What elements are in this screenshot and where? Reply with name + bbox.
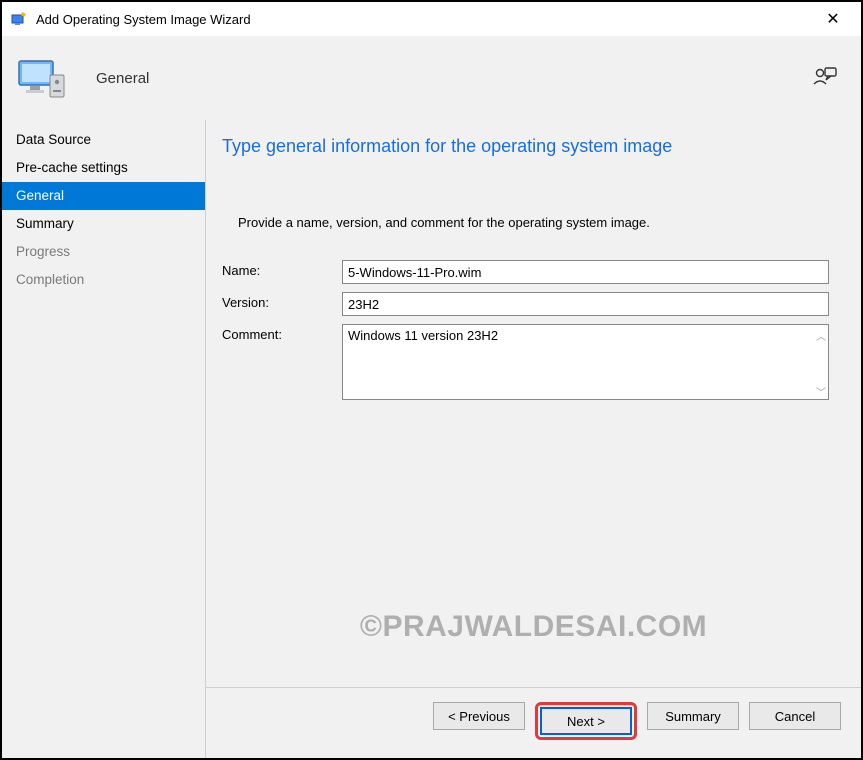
main-content: Type general information for the operati… <box>206 120 861 687</box>
feedback-icon[interactable] <box>813 67 837 92</box>
name-input[interactable] <box>342 260 829 284</box>
row-version: Version: <box>222 292 837 316</box>
sidebar-item-summary[interactable]: Summary <box>2 210 205 238</box>
version-label: Version: <box>222 292 342 310</box>
previous-button[interactable]: < Previous <box>433 702 525 730</box>
titlebar: Add Operating System Image Wizard ✕ <box>2 2 861 36</box>
comment-input[interactable] <box>342 324 829 400</box>
main-panel: Type general information for the operati… <box>206 120 861 758</box>
main-heading: Type general information for the operati… <box>222 136 837 157</box>
row-name: Name: <box>222 260 837 284</box>
chevron-down-icon[interactable]: ﹀ <box>816 384 826 399</box>
watermark: ©PRAJWALDESAI.COM <box>360 610 707 644</box>
sidebar-item-progress: Progress <box>2 238 205 266</box>
wizard-window: Add Operating System Image Wizard ✕ Gene… <box>0 0 863 760</box>
page-title: General <box>96 70 149 87</box>
name-label: Name: <box>222 260 342 278</box>
comment-label: Comment: <box>222 324 342 342</box>
next-button[interactable]: Next > <box>540 707 632 735</box>
highlight-ring: Next > <box>535 702 637 740</box>
sidebar-item-data-source[interactable]: Data Source <box>2 126 205 154</box>
close-icon[interactable]: ✕ <box>813 9 853 29</box>
app-icon <box>10 10 28 28</box>
row-comment: Comment: ︿ ﹀ <box>222 324 837 403</box>
main-subtext: Provide a name, version, and comment for… <box>238 215 837 230</box>
sidebar-item-precache[interactable]: Pre-cache settings <box>2 154 205 182</box>
sidebar-item-general[interactable]: General <box>2 182 205 210</box>
wizard-body: Data Source Pre-cache settings General S… <box>2 120 861 758</box>
window-title: Add Operating System Image Wizard <box>36 12 813 27</box>
sidebar-item-completion: Completion <box>2 266 205 294</box>
sidebar: Data Source Pre-cache settings General S… <box>2 120 206 758</box>
version-input[interactable] <box>342 292 829 316</box>
chevron-up-icon[interactable]: ︿ <box>816 328 826 343</box>
cancel-button[interactable]: Cancel <box>749 702 841 730</box>
summary-button[interactable]: Summary <box>647 702 739 730</box>
computer-icon <box>16 53 68 105</box>
wizard-footer: < Previous Next > Summary Cancel <box>206 687 861 758</box>
wizard-header: General <box>2 36 861 120</box>
